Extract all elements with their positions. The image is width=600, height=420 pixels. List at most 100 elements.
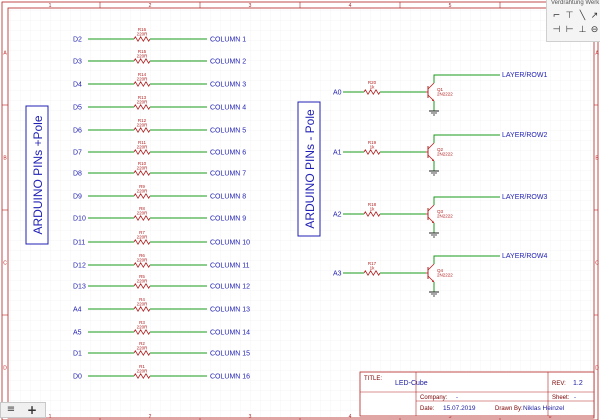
frame-column-label: 3 — [249, 414, 252, 420]
resistor-value: 220R — [137, 211, 149, 216]
left-pole-label: ARDUINO PINs +Pole — [31, 115, 45, 234]
resistor-value: 220R — [137, 166, 149, 171]
net-label: COLUMN 1 — [210, 37, 246, 44]
net-label: COLUMN 10 — [210, 240, 250, 247]
resistor-value: 220R — [137, 346, 149, 351]
resistor-value: 220R — [137, 279, 149, 284]
pin-label: D7 — [73, 150, 82, 157]
power-tool-icon[interactable]: ⊥ — [577, 25, 588, 36]
pin-label: D0 — [73, 374, 82, 381]
rev-value: 1.2 — [573, 380, 583, 387]
net-label: COLUMN 14 — [210, 330, 250, 337]
resistor-value: 220R — [137, 302, 149, 307]
bus-tool-icon[interactable]: ⊤ — [564, 11, 575, 22]
add-sheet-button[interactable]: + — [25, 404, 39, 416]
company-value: - — [456, 395, 458, 401]
pin-label: D12 — [73, 263, 86, 270]
pin-label: D5 — [73, 105, 82, 112]
resistor-value: 220R — [137, 32, 149, 37]
frame-row-label: C — [595, 261, 599, 267]
sheet-label: Sheet: — [552, 395, 570, 401]
arrow-tool-icon[interactable]: ↗ — [589, 11, 600, 22]
pin-label: D13 — [73, 284, 86, 291]
resistor-value: 220R — [137, 189, 149, 194]
date-value: 15.07.2019 — [443, 405, 476, 412]
net-label: COLUMN 4 — [210, 105, 246, 112]
frame-column-label: 2 — [149, 414, 152, 420]
net-label: COLUMN 12 — [210, 284, 250, 291]
net-label: COLUMN 8 — [210, 194, 246, 201]
frame-row-label: D — [3, 366, 7, 372]
net-label: LAYER/ROW4 — [502, 253, 547, 260]
resistor-value: 220R — [137, 235, 149, 240]
net-label: COLUMN 9 — [210, 216, 246, 223]
pin-label: A3 — [333, 271, 342, 278]
net-label: COLUMN 5 — [210, 128, 246, 135]
frame-column-label: 2 — [149, 3, 152, 9]
pin-label: D10 — [73, 216, 86, 223]
wiring-tools-panel: Verdrahtung Werk ⌐ ⊤ ╲ ↗ ⊣ ⊢ ⊥ ⊖ — [546, 0, 600, 42]
sheet-value: - — [574, 395, 576, 401]
pin-label: D8 — [73, 171, 82, 178]
net-label: LAYER/ROW2 — [502, 132, 547, 139]
title-label: TITLE: — [364, 376, 382, 382]
no-connect-tool-icon[interactable]: ⊖ — [589, 25, 600, 36]
pin-label: D1 — [73, 351, 82, 358]
junction-tool-icon[interactable]: ⊣ — [551, 25, 562, 36]
pin-label: D11 — [73, 240, 85, 247]
frame-row-label: D — [595, 366, 599, 372]
drawn-label: Drawn By: — [495, 406, 523, 412]
transistor-part: 2N2222 — [437, 92, 453, 97]
resistor-value: 220R — [137, 258, 149, 263]
pin-label: D9 — [73, 194, 82, 201]
company-label: Company: — [420, 395, 448, 401]
pin-label: A2 — [333, 212, 342, 219]
wire-tool-icon[interactable]: ⌐ — [551, 11, 562, 22]
frame-column-label: 5 — [449, 3, 452, 9]
net-label: COLUMN 16 — [210, 374, 250, 381]
pin-label: D6 — [73, 128, 82, 135]
sheet-menu-button[interactable]: ≡ — [4, 404, 18, 416]
drawn-value: Niklas Heinzel — [523, 405, 565, 412]
net-label: COLUMN 6 — [210, 150, 246, 157]
net-label: COLUMN 3 — [210, 82, 246, 89]
net-label: COLUMN 13 — [210, 307, 250, 314]
resistor-value: 1k — [370, 85, 376, 90]
pin-label: A4 — [73, 307, 82, 314]
net-label: COLUMN 2 — [210, 59, 246, 66]
resistor-value: 220R — [137, 54, 149, 59]
pin-label: D3 — [73, 59, 82, 66]
transistor-part: 2N2222 — [437, 152, 453, 157]
pin-label: A0 — [333, 90, 342, 97]
resistor-value: 220R — [137, 145, 149, 150]
net-label: LAYER/ROW1 — [502, 72, 547, 79]
pin-label: D2 — [73, 37, 82, 44]
rev-label: REV: — [552, 381, 566, 387]
pin-label: A5 — [73, 330, 82, 337]
sheet-tab-bar: ≡ + — [0, 402, 46, 418]
title-value: LED-Cube — [395, 380, 428, 387]
frame-column-label: 4 — [349, 414, 352, 420]
transistor-part: 2N2222 — [437, 214, 453, 219]
transistor-part: 2N2222 — [437, 273, 453, 278]
resistor-value: 1k — [370, 207, 376, 212]
resistor-value: 220R — [137, 325, 149, 330]
net-label: COLUMN 15 — [210, 351, 250, 358]
resistor-value: 220R — [137, 77, 149, 82]
pin-label: D4 — [73, 82, 82, 89]
date-label: Date: — [420, 406, 435, 412]
resistor-value: 220R — [137, 100, 149, 105]
frame-column-label: 1 — [49, 414, 52, 420]
frame-column-label: 4 — [349, 3, 352, 9]
pin-label: A1 — [333, 150, 342, 157]
netport-tool-icon[interactable]: ⊢ — [564, 25, 575, 36]
frame-column-label: 3 — [249, 3, 252, 9]
schematic-canvas[interactable]: 112233445566AABBCCDD ARDUINO PINs +Pole … — [0, 0, 600, 420]
net-label: COLUMN 7 — [210, 171, 246, 178]
resistor-value: 220R — [137, 123, 149, 128]
frame-column-label: 1 — [49, 3, 52, 9]
line-tool-icon[interactable]: ╲ — [577, 11, 588, 22]
net-label: COLUMN 11 — [210, 263, 250, 270]
resistor-value: 220R — [137, 369, 149, 374]
frame-row-label: C — [3, 261, 7, 267]
